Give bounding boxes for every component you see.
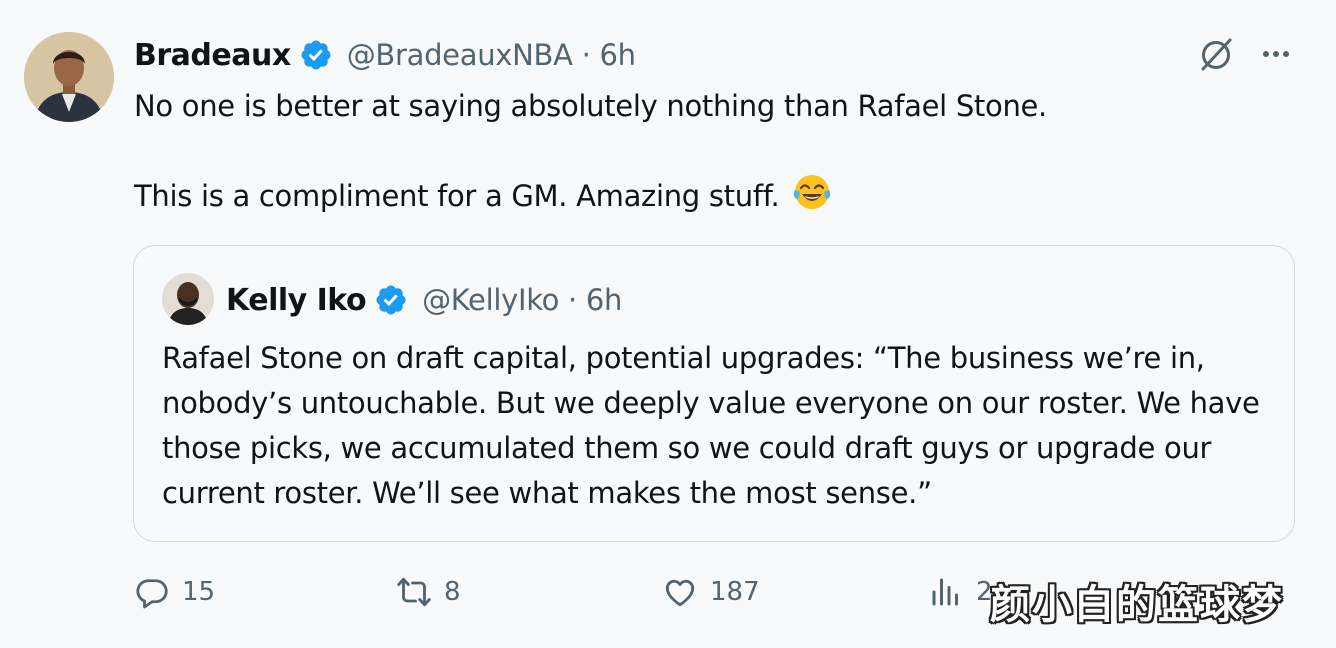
tweet-top-actions: [1196, 34, 1294, 74]
tears-of-joy-emoji-icon: [794, 175, 831, 209]
repost-icon: [397, 577, 431, 607]
like-button[interactable]: 187: [662, 574, 760, 610]
reply-count: 15: [182, 577, 216, 607]
quoted-tweet-time[interactable]: 6h: [586, 283, 623, 317]
avatar-image: [24, 32, 114, 122]
heart-icon: [665, 579, 695, 607]
tweet-header: Bradeaux @BradeauxNBA · 6h: [134, 30, 636, 80]
reply-icon: [136, 579, 168, 609]
tweet-text: No one is better at saying absolutely no…: [134, 84, 1274, 218]
tweet-line-2: This is a compliment for a GM. Amazing s…: [134, 172, 1274, 218]
quoted-author-avatar[interactable]: [162, 273, 214, 325]
repost-button[interactable]: 8: [396, 574, 461, 610]
reply-button[interactable]: 15: [134, 574, 215, 610]
quoted-verified-badge-icon[interactable]: [374, 283, 408, 317]
author-handle[interactable]: @BradeauxNBA · 6h: [347, 38, 636, 72]
author-avatar[interactable]: [24, 32, 114, 122]
more-options-icon[interactable]: [1258, 36, 1294, 72]
quoted-tweet-text: Rafael Stone on draft capital, potential…: [162, 341, 1260, 510]
like-count: 187: [710, 577, 760, 607]
views-chart-icon: [932, 578, 958, 606]
repost-count: 8: [444, 577, 461, 607]
verified-badge-icon[interactable]: [299, 38, 333, 72]
tweet-time[interactable]: 6h: [599, 38, 636, 72]
quoted-author-handle[interactable]: @KellyIko · 6h: [422, 283, 622, 317]
tweet-line-1: No one is better at saying absolutely no…: [134, 89, 1047, 123]
quoted-avatar-image: [162, 273, 214, 325]
quoted-tweet-header: Kelly Iko @KellyIko · 6h: [226, 274, 622, 326]
author-name[interactable]: Bradeaux: [134, 38, 291, 73]
quoted-tweet[interactable]: Kelly Iko @KellyIko · 6h Rafael Stone on…: [133, 245, 1295, 542]
views-button[interactable]: 2: [928, 574, 993, 610]
grok-icon[interactable]: [1196, 34, 1236, 74]
watermark: 颜小白的篮球梦: [990, 582, 1284, 628]
quoted-author-name[interactable]: Kelly Iko: [226, 283, 367, 318]
